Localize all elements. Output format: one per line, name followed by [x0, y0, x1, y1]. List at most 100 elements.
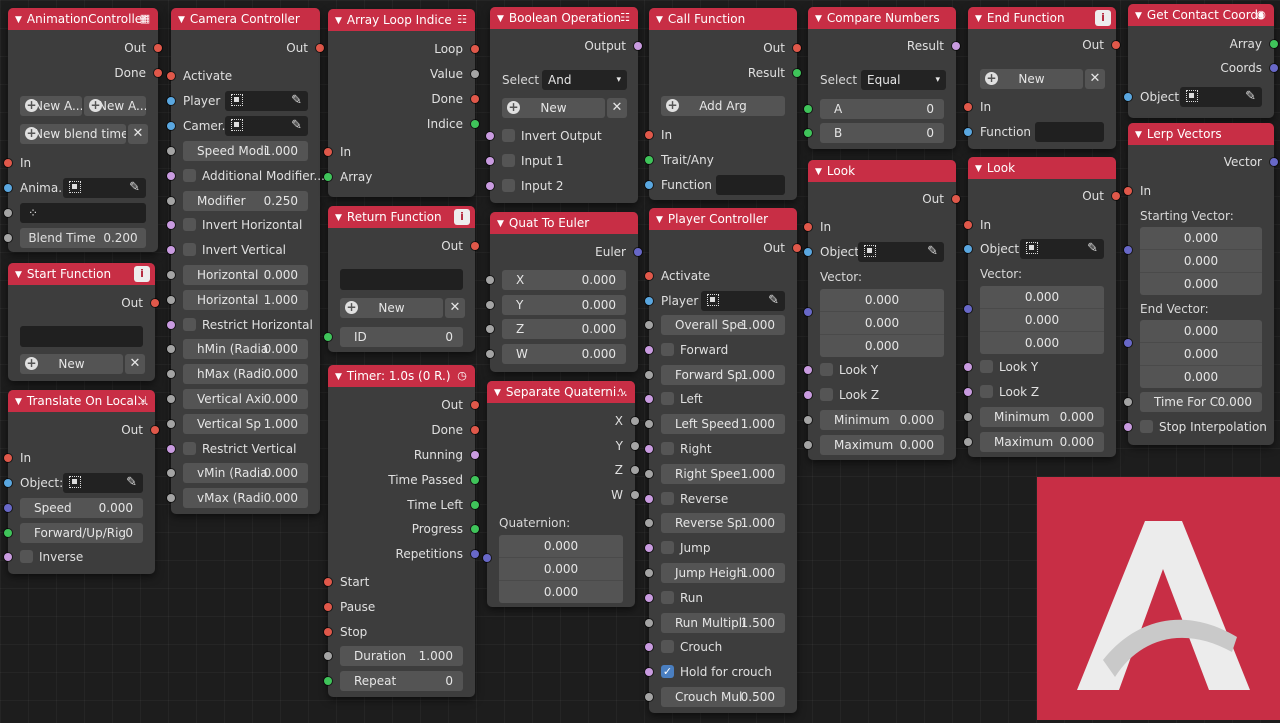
starting-vector-field[interactable]: 0.000 0.000 0.000	[1140, 227, 1262, 295]
socket-speed-modi[interactable]	[167, 147, 175, 155]
remove-input-button[interactable]: ✕	[607, 98, 627, 118]
node-header[interactable]: ▼ Array Loop Indice ☷	[328, 9, 475, 31]
socket-anima[interactable]	[4, 184, 12, 192]
socket-result[interactable]	[952, 42, 960, 50]
collapse-arrow-icon[interactable]: ▼	[497, 8, 504, 29]
look-y-checkbox[interactable]	[820, 363, 833, 376]
socket-trait[interactable]	[645, 156, 653, 164]
socket-invert[interactable]	[486, 132, 494, 140]
forward-sp-field[interactable]: Forward Sp 1.000	[661, 364, 785, 385]
jump-heigh-field[interactable]: Jump Heigh 1.000	[661, 563, 785, 583]
quaternion-vector[interactable]: 0.000 0.000 0.000	[499, 535, 623, 603]
node-editor-canvas[interactable]: ▼ AnimationController ▦ Out Done + New A...…	[0, 0, 1280, 720]
vector-field[interactable]: 0.000 0.000 0.000	[820, 289, 944, 357]
socket-b[interactable]	[804, 129, 812, 137]
jump-checkbox[interactable]	[661, 541, 674, 555]
socket-input-2[interactable]	[486, 182, 494, 190]
node-header[interactable]: ▼ Player Controller	[649, 208, 797, 230]
node-look-2[interactable]: ▼ Look Out In Object: ✎ Vector: 0.000 0.00…	[964, 157, 1120, 457]
collapse-arrow-icon[interactable]: ▼	[497, 213, 504, 234]
right-checkbox[interactable]	[661, 442, 674, 455]
socket-forward[interactable]	[4, 529, 12, 537]
socket-in[interactable]	[4, 454, 12, 462]
collapse-arrow-icon[interactable]: ▼	[975, 8, 982, 29]
eyedropper-icon[interactable]: ✎	[291, 92, 302, 110]
socket-vector[interactable]	[804, 308, 812, 316]
socket-hmax-radi[interactable]	[167, 370, 175, 379]
socket-done[interactable]	[154, 69, 162, 77]
node-header[interactable]: ▼ AnimationController ▦	[8, 8, 158, 30]
socket-object[interactable]	[964, 245, 972, 253]
socket-horizontal[interactable]	[167, 295, 175, 304]
crouch-mul-field[interactable]: Crouch Mul 0.500	[661, 687, 785, 707]
maximum-field[interactable]: Maximum 0.000	[820, 435, 944, 455]
hmin-radia-field[interactable]: hMin (Radia 0.000	[183, 339, 308, 360]
node-end-function[interactable]: ▼ End Function i Out + New ✕ In Function	[964, 7, 1120, 149]
socket-result[interactable]	[793, 69, 801, 77]
socket-w[interactable]	[631, 491, 639, 499]
socket-in[interactable]	[1124, 187, 1132, 195]
node-camera-controller[interactable]: ▼ Camera Controller Out Activate Player .…	[167, 8, 325, 514]
horizontal-field[interactable]: Horizontal 0.000	[183, 265, 308, 285]
socket-object[interactable]	[4, 479, 12, 487]
socket-y[interactable]	[631, 442, 639, 450]
y-field[interactable]: Y 0.000	[502, 295, 626, 315]
node-boolean-operation[interactable]: ▼ Boolean Operation ☷ Output Select ... And…	[486, 7, 642, 203]
socket-repeat[interactable]	[324, 677, 332, 685]
left-checkbox[interactable]	[661, 392, 674, 406]
node-start-function[interactable]: ▼ Start Function i Out + New ✕	[8, 263, 159, 381]
node-return-function[interactable]: ▼ Return Function i Out + New ✕ ID 0	[324, 206, 479, 352]
socket-end-vector[interactable]	[1124, 339, 1132, 347]
socket-look-z[interactable]	[964, 388, 972, 396]
socket-pause[interactable]	[324, 603, 332, 611]
function-field[interactable]	[1035, 122, 1104, 142]
right-spee-field[interactable]: Right Spee 1.000	[661, 463, 785, 484]
new-button[interactable]: + New	[20, 354, 123, 374]
socket-action[interactable]	[4, 209, 12, 217]
socket-out[interactable]	[316, 44, 324, 52]
socket-out[interactable]	[151, 426, 159, 434]
invert-vertical-checkbox[interactable]	[183, 243, 196, 257]
new-action-button[interactable]: + New A...	[20, 96, 82, 116]
look-y-checkbox[interactable]	[980, 360, 993, 373]
reverse-checkbox[interactable]	[661, 491, 674, 505]
socket-invert-vertical[interactable]	[167, 246, 175, 255]
comparison-select[interactable]: Equal ▾	[861, 70, 946, 90]
inverse-checkbox[interactable]	[20, 550, 33, 563]
socket-time-passed[interactable]	[471, 476, 479, 484]
socket-time[interactable]	[1124, 398, 1132, 406]
modifier-field[interactable]: Modifier 0.250	[183, 190, 308, 211]
invert-output-checkbox[interactable]	[502, 129, 515, 142]
collapse-arrow-icon[interactable]: ▼	[335, 10, 342, 31]
vertical-sp-field[interactable]: Vertical Sp 1.000	[183, 413, 308, 434]
socket-out[interactable]	[793, 44, 801, 52]
new-button[interactable]: + New	[340, 298, 443, 318]
collapse-arrow-icon[interactable]: ▼	[15, 264, 22, 285]
eyedropper-icon[interactable]: ✎	[927, 243, 938, 261]
socket-x[interactable]	[631, 417, 639, 425]
socket-running[interactable]	[471, 451, 479, 459]
input-1-checkbox[interactable]	[502, 154, 515, 167]
socket-reverse[interactable]	[645, 494, 653, 503]
object-picker[interactable]: ✎	[858, 242, 944, 262]
socket-coords[interactable]	[1270, 64, 1278, 72]
remove-button[interactable]: ✕	[1085, 69, 1105, 89]
restrict-vertical-checkbox[interactable]	[183, 441, 196, 455]
object-picker[interactable]: ✎	[1180, 87, 1262, 107]
socket-inverse[interactable]	[4, 553, 12, 561]
socket-forward[interactable]	[645, 345, 653, 354]
forward-field[interactable]: Forward/Up/Rig 0	[20, 523, 143, 543]
socket-run[interactable]	[645, 593, 653, 602]
node-lerp-vectors[interactable]: ▼ Lerp Vectors Vector In Starting Vector:…	[1124, 123, 1278, 445]
eyedropper-icon[interactable]: ✎	[291, 117, 302, 135]
object-picker[interactable]: ✎	[63, 473, 143, 493]
socket-stop[interactable]	[324, 628, 332, 636]
socket-euler[interactable]	[634, 248, 642, 256]
socket-out[interactable]	[952, 195, 960, 203]
node-header[interactable]: ▼ Timer: 1.0s (0 R.) ◷	[328, 365, 475, 387]
socket-stop[interactable]	[1124, 423, 1132, 431]
time-field[interactable]: Time For C 0.000	[1140, 392, 1262, 412]
node-header[interactable]: ▼ Call Function	[649, 8, 797, 30]
collapse-arrow-icon[interactable]: ▼	[656, 209, 663, 230]
collapse-arrow-icon[interactable]: ▼	[656, 9, 663, 30]
